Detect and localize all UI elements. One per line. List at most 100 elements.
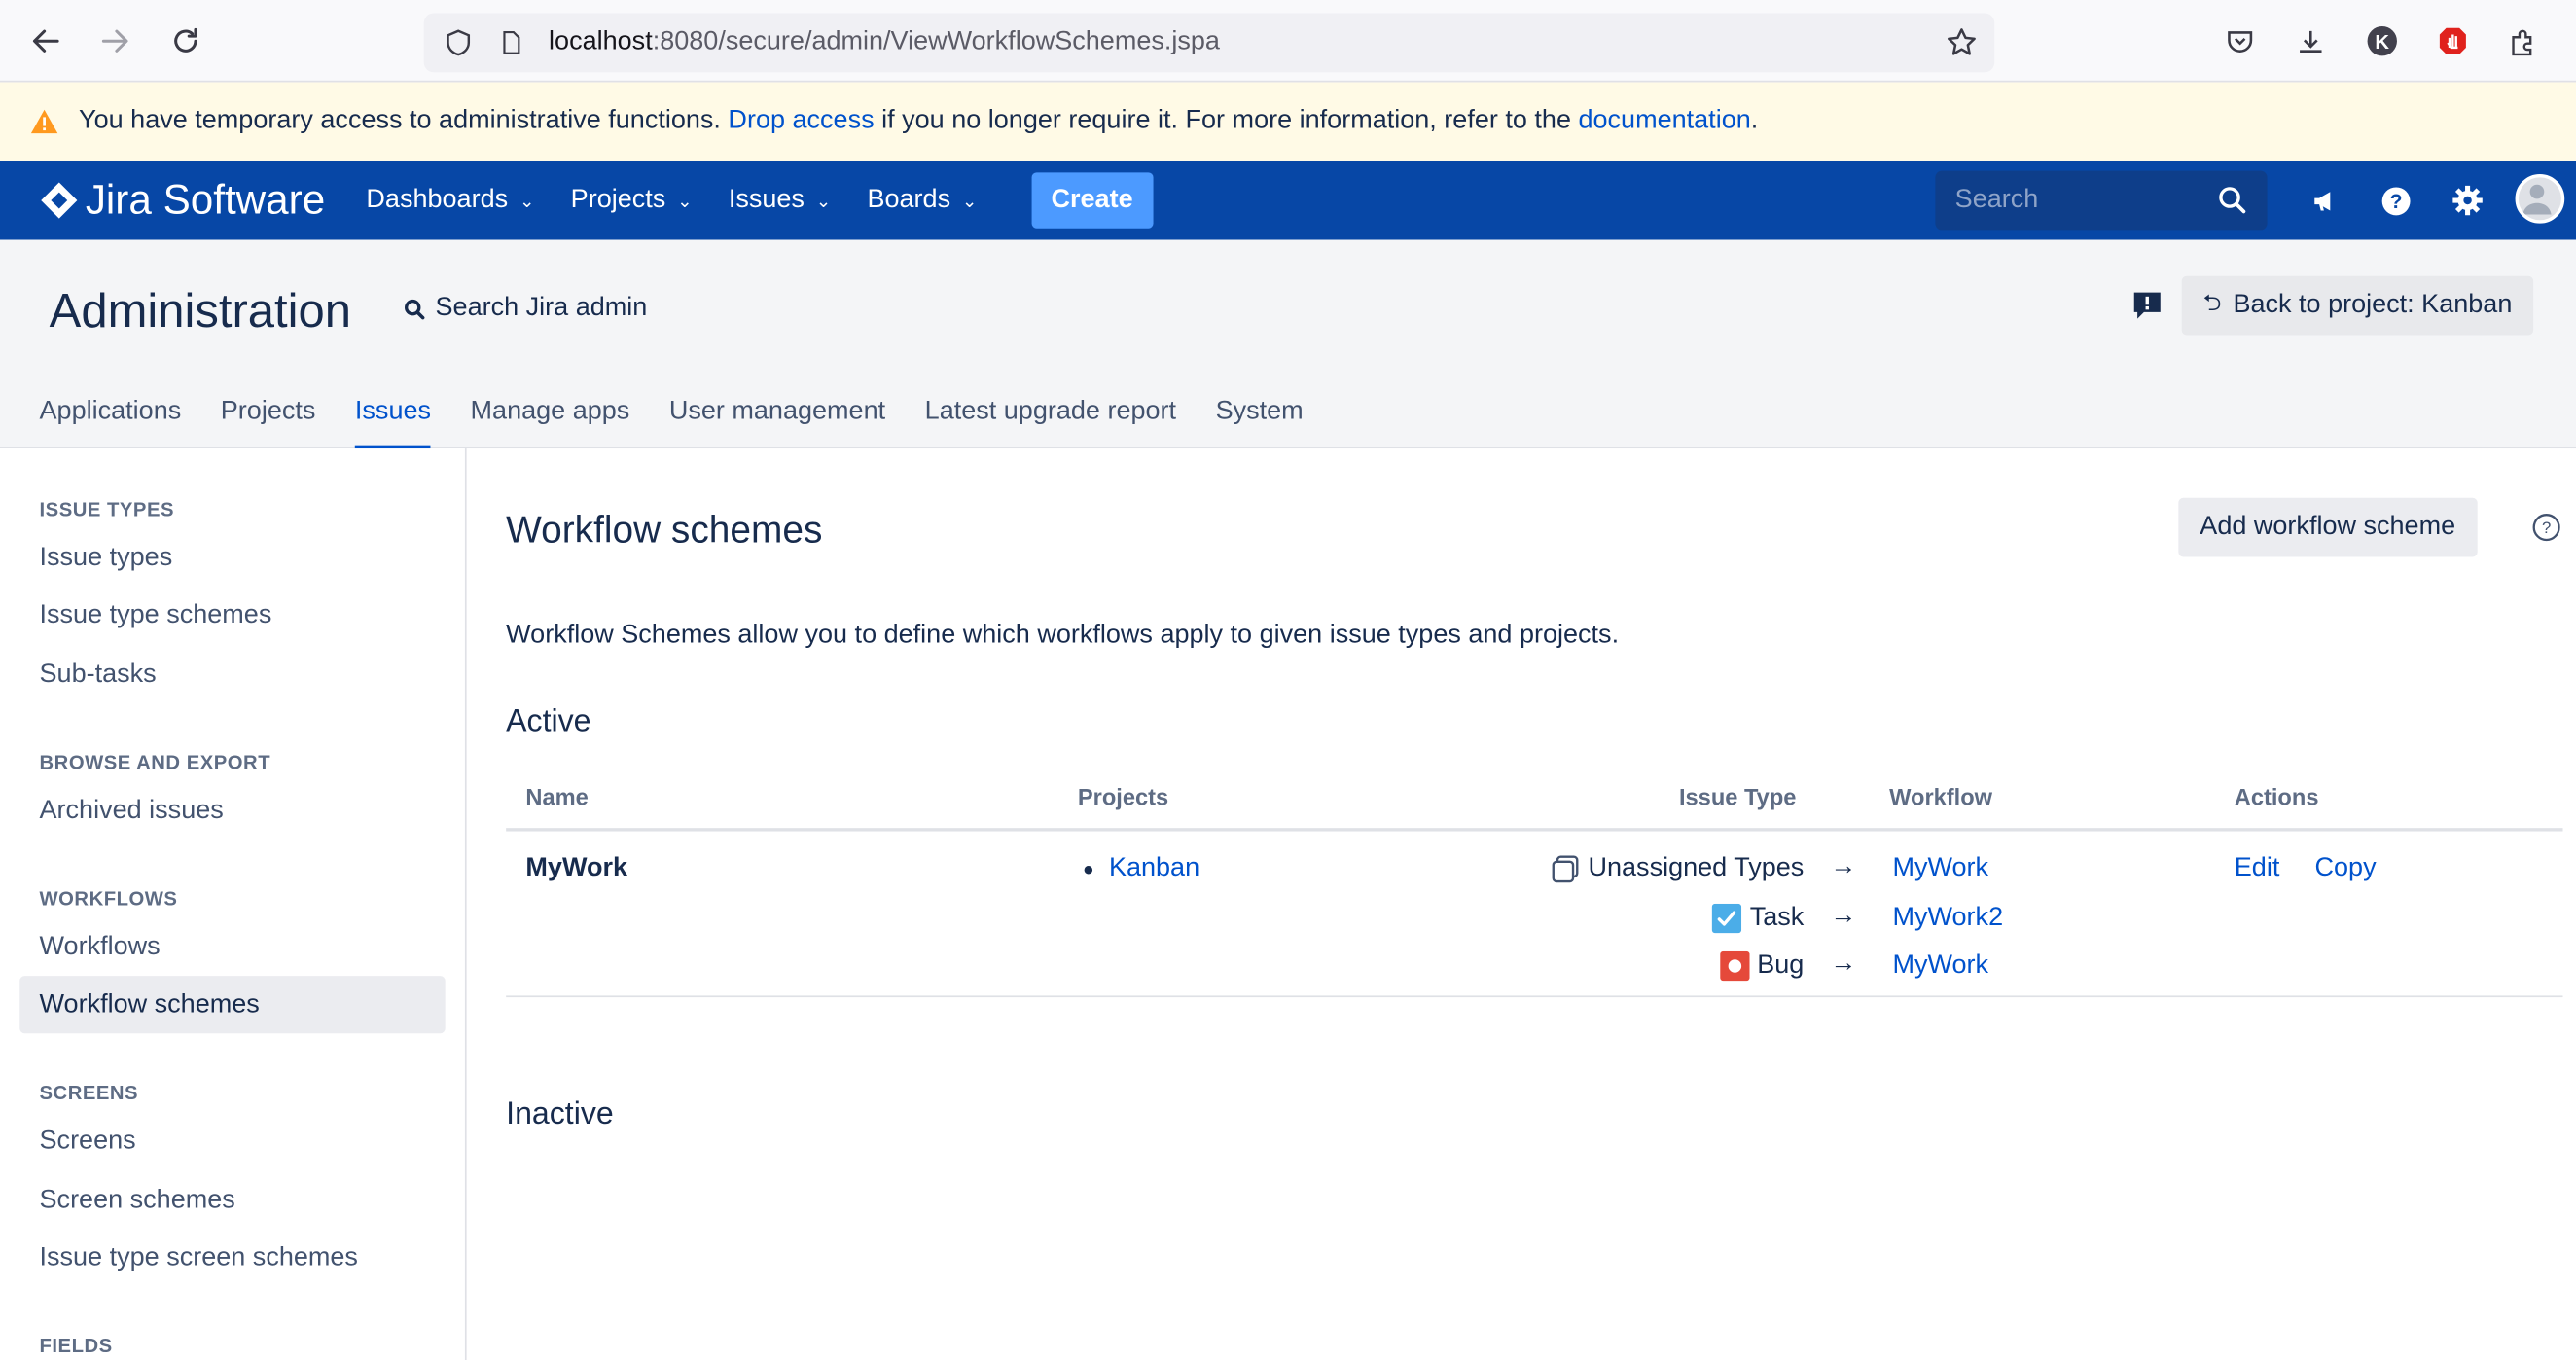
tab-system[interactable]: System: [1216, 398, 1304, 448]
admin-access-banner: You have temporary access to administrat…: [0, 82, 2576, 161]
browser-toolbar: localhost:8080/secure/admin/ViewWorkflow…: [0, 0, 2576, 83]
project-link-kanban[interactable]: Kanban: [1109, 854, 1199, 883]
jira-logo[interactable]: Jira Software: [40, 177, 326, 225]
sidebar-item-sub-tasks[interactable]: Sub-tasks: [0, 646, 157, 703]
sidebar-item-workflow-schemes[interactable]: Workflow schemes: [19, 976, 446, 1034]
banner-text-3: .: [1750, 106, 1759, 135]
nav-label: Boards: [867, 185, 951, 214]
issue-type-label: Task: [1711, 903, 1805, 934]
admin-search[interactable]: Search Jira admin: [404, 294, 647, 323]
back-button-label: Back to project: Kanban: [2233, 290, 2513, 319]
arrow-right-icon: →: [1830, 852, 1857, 881]
drop-access-link[interactable]: Drop access: [728, 107, 874, 136]
help-icon[interactable]: ?: [2361, 177, 2432, 223]
header-icons: ?: [2290, 177, 2502, 223]
nav-boards[interactable]: Boards ⌄: [849, 161, 995, 240]
issue-type-text: Task: [1749, 903, 1805, 932]
copy-action-link[interactable]: Copy: [2315, 854, 2377, 883]
notifications-megaphone-icon[interactable]: [2290, 177, 2361, 223]
page-title: Administration: [49, 285, 351, 339]
shield-icon: [444, 28, 473, 57]
nav-label: Issues: [728, 185, 805, 214]
banner-text-2: if you no longer require it. For more in…: [874, 106, 1579, 135]
address-bar[interactable]: localhost:8080/secure/admin/ViewWorkflow…: [423, 13, 1995, 73]
documentation-link[interactable]: documentation: [1578, 107, 1750, 136]
issue-type-unassigned: Unassigned Types: [1491, 851, 1804, 891]
logo-text: Jira Software: [85, 176, 326, 223]
arrow-right-icon: →: [1830, 902, 1857, 930]
tab-latest-upgrade-report[interactable]: Latest upgrade report: [925, 398, 1176, 448]
sidebar-item-screens[interactable]: Screens: [0, 1112, 136, 1169]
workflow-schemes-title: Workflow schemes: [506, 507, 823, 551]
ublock-icon[interactable]: [2416, 17, 2487, 66]
nav-projects[interactable]: Projects ⌄: [553, 161, 710, 240]
banner-text-1: You have temporary access to administrat…: [79, 106, 721, 135]
tab-manage-apps[interactable]: Manage apps: [471, 398, 630, 448]
scheme-name: MyWork: [525, 854, 628, 882]
settings-gear-icon[interactable]: [2431, 177, 2502, 223]
svg-text:?: ?: [2390, 190, 2403, 212]
issue-type-task: Task: [1491, 900, 1804, 940]
table-header: Name Projects Issue Type Workflow Action…: [506, 770, 2563, 832]
pocket-icon[interactable]: [2204, 17, 2275, 66]
browser-extension-icons: K: [2204, 17, 2558, 66]
page-description: Workflow Schemes allow you to define whi…: [506, 621, 1620, 650]
admin-search-label: Search Jira admin: [435, 294, 648, 323]
col-projects: Projects: [1077, 783, 1169, 810]
help-icon[interactable]: ?: [2531, 513, 2560, 542]
sidebar-item-archived-issues[interactable]: Archived issues: [0, 782, 224, 840]
nav-dashboards[interactable]: Dashboards ⌄: [348, 161, 553, 240]
col-issue-type: Issue Type: [1678, 783, 1797, 810]
create-button[interactable]: Create: [1031, 172, 1153, 229]
download-icon[interactable]: [2275, 17, 2346, 66]
tab-issues[interactable]: Issues: [354, 398, 432, 450]
profile-k-icon[interactable]: K: [2346, 17, 2417, 66]
unassigned-types-icon: [1551, 855, 1578, 883]
back-arrow-icon: ⮌: [2202, 289, 2222, 316]
nav-issues[interactable]: Issues ⌄: [710, 161, 849, 240]
workflow-link[interactable]: MyWork: [1892, 854, 1988, 883]
chevron-down-icon: ⌄: [677, 191, 693, 212]
back-to-project-button[interactable]: ⮌ Back to project: Kanban: [2181, 275, 2534, 336]
workflow-link[interactable]: MyWork: [1892, 951, 1988, 981]
add-workflow-scheme-button[interactable]: Add workflow scheme: [2178, 497, 2478, 557]
page-icon: [496, 28, 525, 57]
warning-icon: [30, 109, 58, 134]
forward-arrow-icon[interactable]: [82, 8, 148, 74]
feedback-icon[interactable]: [2130, 289, 2164, 322]
tab-projects[interactable]: Projects: [221, 398, 316, 448]
admin-header: Administration Search Jira admin ⮌ Back …: [0, 239, 2576, 450]
issue-type-label: Bug: [1719, 950, 1804, 982]
arrow-right-icon: →: [1830, 949, 1857, 978]
bookmark-star-icon[interactable]: [1946, 26, 1979, 59]
edit-action-link[interactable]: Edit: [2235, 854, 2280, 883]
nav-label: Dashboards: [366, 185, 509, 214]
user-avatar[interactable]: [2515, 174, 2565, 224]
issue-type-label: Unassigned Types: [1551, 854, 1804, 883]
active-schemes-table: Name Projects Issue Type Workflow Action…: [506, 770, 2563, 998]
extensions-puzzle-icon[interactable]: [2487, 17, 2558, 66]
sidebar-item-issue-type-schemes[interactable]: Issue type schemes: [0, 587, 272, 644]
sidebar-section-fields: FIELDS: [39, 1334, 113, 1357]
chevron-down-icon: ⌄: [961, 191, 978, 212]
workflow-link[interactable]: MyWork2: [1892, 904, 2003, 933]
tab-user-management[interactable]: User management: [669, 398, 885, 448]
sidebar-item-issue-types[interactable]: Issue types: [0, 529, 173, 587]
sidebar-section-browse-export: BROWSE AND EXPORT: [39, 750, 271, 774]
sidebar-section-screens: SCREENS: [39, 1081, 139, 1104]
task-icon: [1711, 903, 1742, 934]
sidebar-section-workflows: WORKFLOWS: [39, 886, 178, 911]
tab-applications[interactable]: Applications: [40, 398, 182, 448]
reload-icon[interactable]: [153, 8, 219, 74]
search-icon[interactable]: [2218, 186, 2247, 215]
svg-text:?: ?: [2542, 519, 2551, 537]
header-search-input[interactable]: Search: [1935, 170, 2268, 231]
sidebar-item-issue-type-screen-schemes[interactable]: Issue type screen schemes: [0, 1229, 358, 1286]
col-actions: Actions: [2234, 783, 2319, 810]
admin-sidebar: ISSUE TYPES Issue types Issue type schem…: [0, 448, 467, 1360]
back-arrow-icon[interactable]: [14, 8, 80, 74]
sidebar-item-screen-schemes[interactable]: Screen schemes: [0, 1171, 235, 1229]
search-placeholder: Search: [1954, 185, 2039, 214]
issue-type-bug: Bug: [1491, 948, 1804, 987]
sidebar-item-workflows[interactable]: Workflows: [0, 918, 161, 976]
